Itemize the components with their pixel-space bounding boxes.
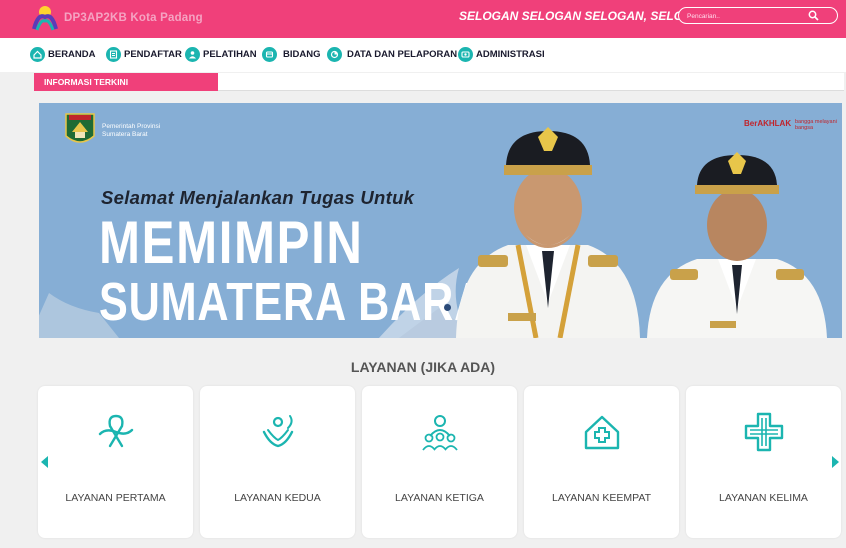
services-carousel: LAYANAN PERTAMA LAYANAN KEDUA LAYANAN KE… [0,386,846,538]
nav-item-pendaftar[interactable]: PENDAFTAR [106,47,182,62]
service-label: LAYANAN KEEMPAT [552,492,651,504]
main-nav: BERANDA PENDAFTAR PELATIHAN BIDANG DATA … [0,38,846,72]
top-bar: DP3AP2KB Kota Padang SELOGAN SELOGAN SEL… [0,0,846,38]
governor-photo [456,127,640,338]
banner-title-line-1: MEMIMPIN [99,209,364,276]
search-input[interactable] [687,10,807,22]
hands-icon [262,415,293,448]
training-icon [185,47,200,62]
news-ticker: INFORMASI TERKINI [34,73,844,91]
search-icon[interactable] [808,10,819,21]
logo-text: DP3AP2KB Kota Padang [64,12,203,24]
home-icon [30,47,45,62]
nav-label: ADMINISTRASI [476,49,545,60]
nav-item-pelatihan[interactable]: PELATIHAN [185,47,257,62]
service-card-5[interactable]: LAYANAN KELIMA [686,386,841,538]
vice-governor-photo [647,152,827,338]
nav-item-bidang[interactable]: BIDANG [262,47,320,62]
carousel-next-icon[interactable] [830,456,840,468]
province-name: Pemerintah Provinsi Sumatera Barat [102,123,160,139]
bangga-melayani-logo: bangga melayani bangsa [795,119,837,131]
nav-item-data-pelaporan[interactable]: DATA DAN PELAPORAN [327,47,457,62]
nav-item-beranda[interactable]: BERANDA [30,47,96,62]
service-label: LAYANAN KETIGA [395,492,484,504]
nav-label: PELATIHAN [203,49,257,60]
service-card-4[interactable]: LAYANAN KEEMPAT [524,386,679,538]
family-icon [421,415,458,451]
medical-cross-icon [744,412,783,452]
nav-label: DATA DAN PELAPORAN [347,49,458,60]
logo-icon [32,6,58,31]
banner-subtitle: Selamat Menjalankan Tugas Untuk [101,187,415,208]
service-card-1[interactable]: LAYANAN PERTAMA [38,386,193,538]
service-label: LAYANAN PERTAMA [65,492,166,504]
search-box[interactable] [678,7,838,24]
slogan-text: SELOGAN SELOGAN SELOGAN, SELOGAN [459,9,710,23]
nav-label: BIDANG [283,49,321,60]
data-icon [327,47,342,62]
hero-banner[interactable]: Pemerintah Provinsi Sumatera Barat BerAK… [39,103,842,338]
news-ticker-label: INFORMASI TERKINI [34,73,218,91]
admin-icon [458,47,473,62]
services-title: LAYANAN (JIKA ADA) [350,359,496,375]
service-label: LAYANAN KELIMA [719,492,808,504]
province-line-2: Sumatera Barat [102,131,148,138]
nav-label: BERANDA [48,49,96,60]
berakhlak-logo: BerAKHLAK [744,119,792,128]
field-icon [262,47,277,62]
service-card-2[interactable]: LAYANAN KEDUA [200,386,355,538]
carousel-prev-icon[interactable] [40,456,50,468]
service-card-3[interactable]: LAYANAN KETIGA [362,386,517,538]
nav-label: PENDAFTAR [124,49,182,60]
ribbon-icon [98,414,133,448]
province-line-1: Pemerintah Provinsi [102,123,161,130]
register-icon [106,47,121,62]
nav-item-administrasi[interactable]: ADMINISTRASI [458,47,545,62]
site-logo[interactable]: DP3AP2KB Kota Padang [30,3,203,33]
province-emblem-icon [65,113,95,143]
service-label: LAYANAN KEDUA [234,492,321,504]
health-house-icon [584,415,619,450]
